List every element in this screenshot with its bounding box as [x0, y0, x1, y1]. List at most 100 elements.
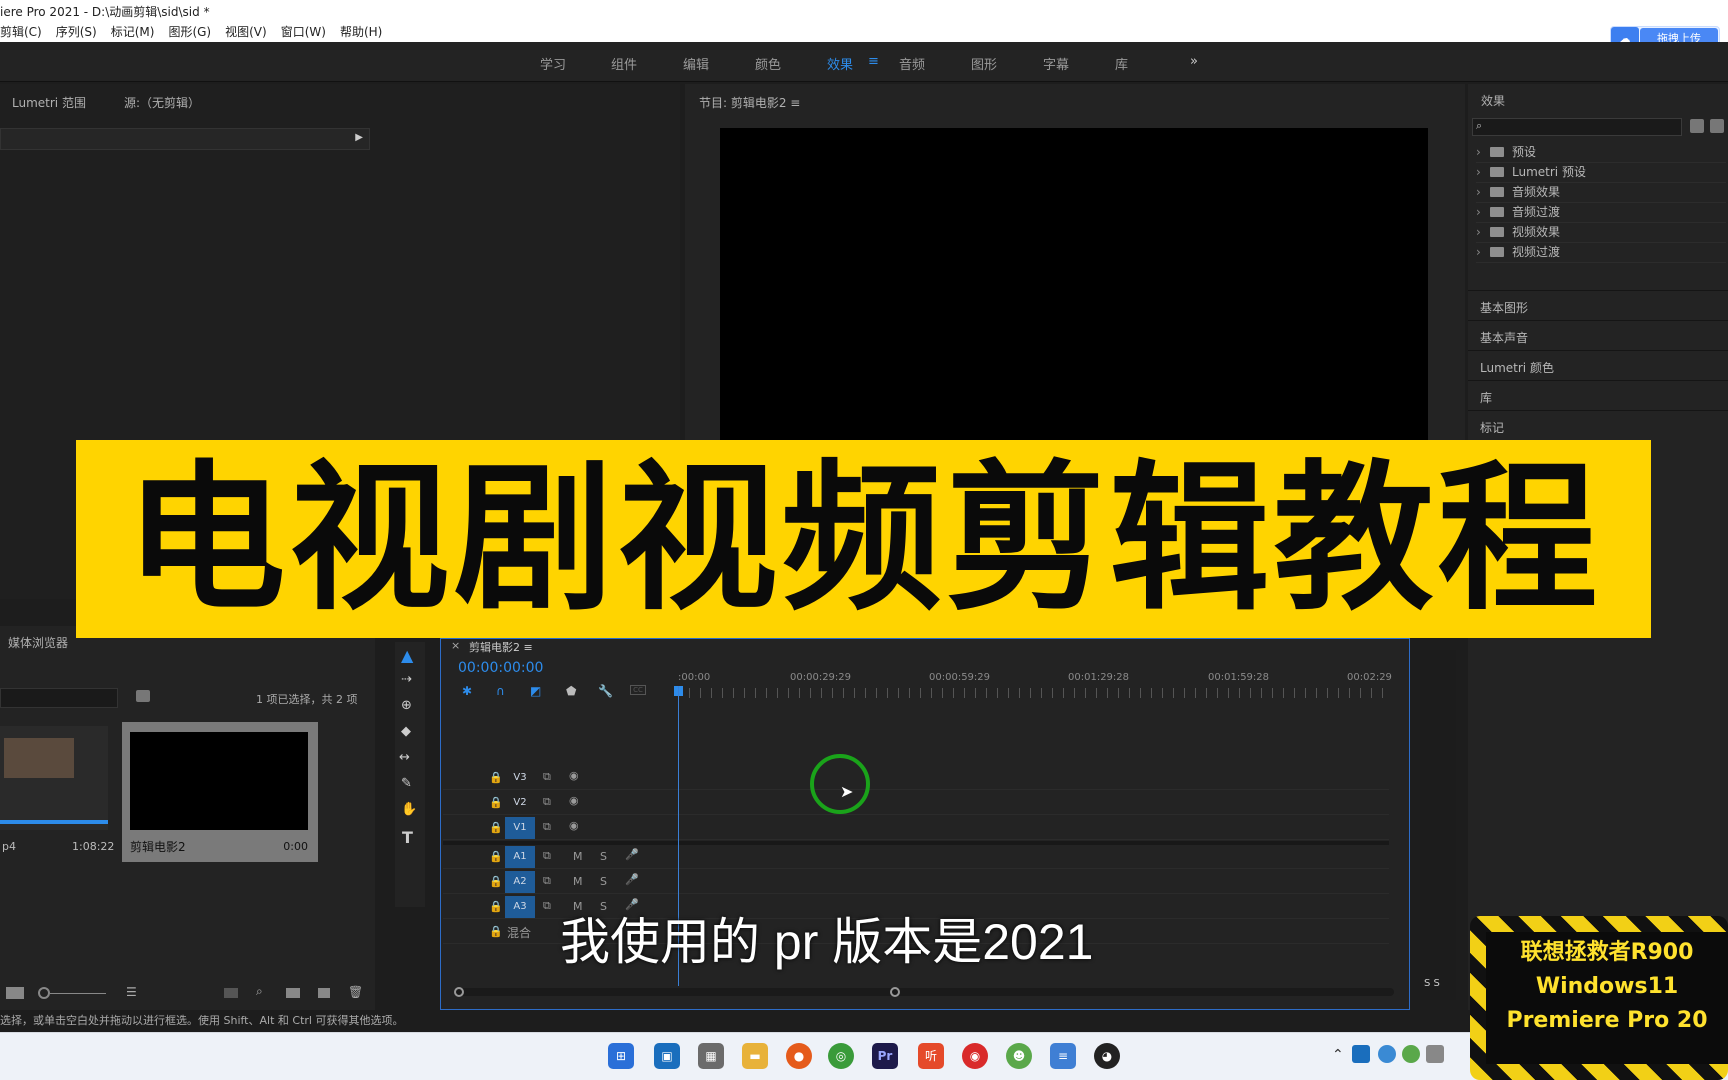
filter-icon[interactable]	[136, 690, 150, 702]
timecode-display[interactable]: 00:00:00:00	[458, 660, 543, 676]
sync-lock-icon[interactable]: ⧉	[543, 820, 551, 834]
solo-button[interactable]: S	[600, 875, 607, 888]
eye-icon[interactable]: ◉	[569, 819, 579, 832]
media-thumbnail[interactable]	[0, 726, 108, 830]
tray-cloud-icon[interactable]	[1378, 1045, 1396, 1063]
track-a1[interactable]: 🔒 A1 ⧉ M S 🎤	[443, 845, 1389, 869]
close-icon[interactable]: ×	[451, 639, 460, 652]
section-markers[interactable]: 标记	[1468, 410, 1728, 440]
track-label[interactable]: A2	[505, 871, 535, 893]
chevron-up-icon[interactable]: ⌃	[1332, 1047, 1344, 1063]
list-view-icon[interactable]	[6, 987, 24, 999]
firefox-icon[interactable]: ●	[786, 1043, 812, 1069]
program-screen[interactable]	[720, 128, 1428, 444]
menu-window[interactable]: 窗口(W)	[281, 22, 326, 42]
wrench-icon[interactable]: 🔧	[598, 684, 613, 698]
track-v2[interactable]: 🔒 V2 ⧉ ◉	[443, 791, 1389, 815]
play-arrow-icon[interactable]: ▶	[355, 132, 363, 143]
type-tool-icon[interactable]: T	[402, 828, 413, 847]
tab-media-browser[interactable]: 媒体浏览器	[8, 634, 68, 651]
sync-lock-icon[interactable]: ⧉	[543, 770, 551, 784]
eye-icon[interactable]: ◉	[569, 794, 579, 807]
section-essential-graphics[interactable]: 基本图形	[1468, 290, 1728, 320]
menu-clip[interactable]: 剪辑(C)	[0, 22, 42, 42]
custom-bin-icon[interactable]	[1710, 119, 1724, 133]
media-thumbnail-selected[interactable]: 剪辑电影2 0:00	[122, 722, 318, 862]
ting-icon[interactable]: 听	[918, 1043, 944, 1069]
menu-view[interactable]: 视图(V)	[225, 22, 267, 42]
effects-tree-item[interactable]: › Lumetri 预设	[1476, 163, 1726, 183]
tab-audio[interactable]: 音频	[899, 54, 925, 73]
lock-icon[interactable]: 🔒	[489, 821, 503, 834]
effects-tree-item[interactable]: › 视频效果	[1476, 223, 1726, 243]
menu-markers[interactable]: 标记(M)	[111, 22, 155, 42]
effects-tree-item[interactable]: › 音频效果	[1476, 183, 1726, 203]
track-v1[interactable]: 🔒 V1 ⧉ ◉	[443, 816, 1389, 840]
track-select-tool-icon[interactable]: ⇢	[401, 672, 412, 687]
section-essential-sound[interactable]: 基本声音	[1468, 320, 1728, 350]
menu-graphics[interactable]: 图形(G)	[168, 22, 211, 42]
new-item-icon[interactable]	[318, 988, 330, 998]
sort-icon[interactable]: ☰	[126, 985, 137, 999]
track-a2[interactable]: 🔒 A2 ⧉ M S 🎤	[443, 870, 1389, 894]
lock-icon[interactable]: 🔒	[489, 875, 503, 888]
vertical-scrollbar[interactable]	[1386, 706, 1396, 976]
track-label[interactable]: V1	[505, 817, 535, 839]
razor-tool-icon[interactable]: ◆	[401, 724, 411, 739]
new-bin-icon[interactable]	[286, 988, 300, 998]
mute-button[interactable]: M	[573, 875, 583, 888]
workspace-menu-icon[interactable]: ≡	[868, 54, 879, 69]
media-search-input[interactable]	[0, 688, 118, 708]
source-scrub-bar[interactable]: ▶	[0, 128, 370, 150]
menu-help[interactable]: 帮助(H)	[340, 22, 382, 42]
microphone-icon[interactable]: 🎤	[625, 873, 639, 886]
mute-button[interactable]: M	[573, 850, 583, 863]
program-title[interactable]: 节目: 剪辑电影2 ≡	[699, 94, 800, 111]
tray-app-icon[interactable]	[1352, 1045, 1370, 1063]
hand-tool-icon[interactable]: ✋	[401, 802, 417, 817]
effects-tree-item[interactable]: › 视频过渡	[1476, 243, 1726, 263]
tab-learn[interactable]: 学习	[540, 54, 566, 73]
qq-icon[interactable]: ◕	[1094, 1043, 1120, 1069]
time-ruler[interactable]	[678, 688, 1388, 698]
menu-sequence[interactable]: 序列(S)	[56, 22, 97, 42]
effects-tree-item[interactable]: › 预设	[1476, 143, 1726, 163]
lock-icon[interactable]: 🔒	[489, 925, 503, 938]
game-icon[interactable]: ☻	[1006, 1043, 1032, 1069]
sequence-tab[interactable]: 剪辑电影2 ≡	[469, 639, 533, 655]
lock-icon[interactable]: 🔒	[489, 900, 503, 913]
tab-captions[interactable]: 字幕	[1043, 54, 1069, 73]
tray-game-icon[interactable]	[1402, 1045, 1420, 1063]
sync-lock-icon[interactable]: ⧉	[543, 899, 551, 913]
tab-lumetri-scopes[interactable]: Lumetri 范围	[12, 94, 86, 111]
eye-icon[interactable]: ◉	[569, 769, 579, 782]
tab-libraries[interactable]: 库	[1115, 54, 1128, 73]
sync-lock-icon[interactable]: ⧉	[543, 874, 551, 888]
tab-graphics[interactable]: 图形	[971, 54, 997, 73]
track-label[interactable]: V2	[505, 792, 535, 814]
tab-color[interactable]: 颜色	[755, 54, 781, 73]
tab-effects[interactable]: 效果	[827, 54, 853, 73]
snap-magnet-icon[interactable]: ∩	[496, 684, 505, 698]
nest-icon[interactable]: ✱	[462, 684, 472, 698]
notepad-icon[interactable]: ≡	[1050, 1043, 1076, 1069]
app-icon[interactable]: ▣	[654, 1043, 680, 1069]
calculator-icon[interactable]: ▦	[698, 1043, 724, 1069]
tab-editing[interactable]: 编辑	[683, 54, 709, 73]
linked-selection-icon[interactable]: ◩	[530, 684, 541, 698]
automate-icon[interactable]	[224, 988, 238, 998]
chrome-icon[interactable]: ◎	[828, 1043, 854, 1069]
solo-indicators[interactable]: S S	[1424, 978, 1440, 989]
new-bin-icon[interactable]	[1690, 119, 1704, 133]
section-libraries[interactable]: 库	[1468, 380, 1728, 410]
zoom-slider-handle[interactable]	[38, 987, 50, 999]
tab-source[interactable]: 源:（无剪辑）	[124, 94, 200, 111]
trash-icon[interactable]: 🗑	[348, 985, 363, 999]
track-v3[interactable]: 🔒 V3 ⧉ ◉	[443, 766, 1389, 790]
folder-icon[interactable]: ▬	[742, 1043, 768, 1069]
timeline-scrollbar[interactable]	[454, 987, 1394, 997]
solo-button[interactable]: S	[600, 850, 607, 863]
ripple-edit-tool-icon[interactable]: ⊕	[401, 698, 412, 713]
slip-tool-icon[interactable]: ↔	[399, 750, 410, 765]
tray-device-icon[interactable]	[1426, 1045, 1444, 1063]
